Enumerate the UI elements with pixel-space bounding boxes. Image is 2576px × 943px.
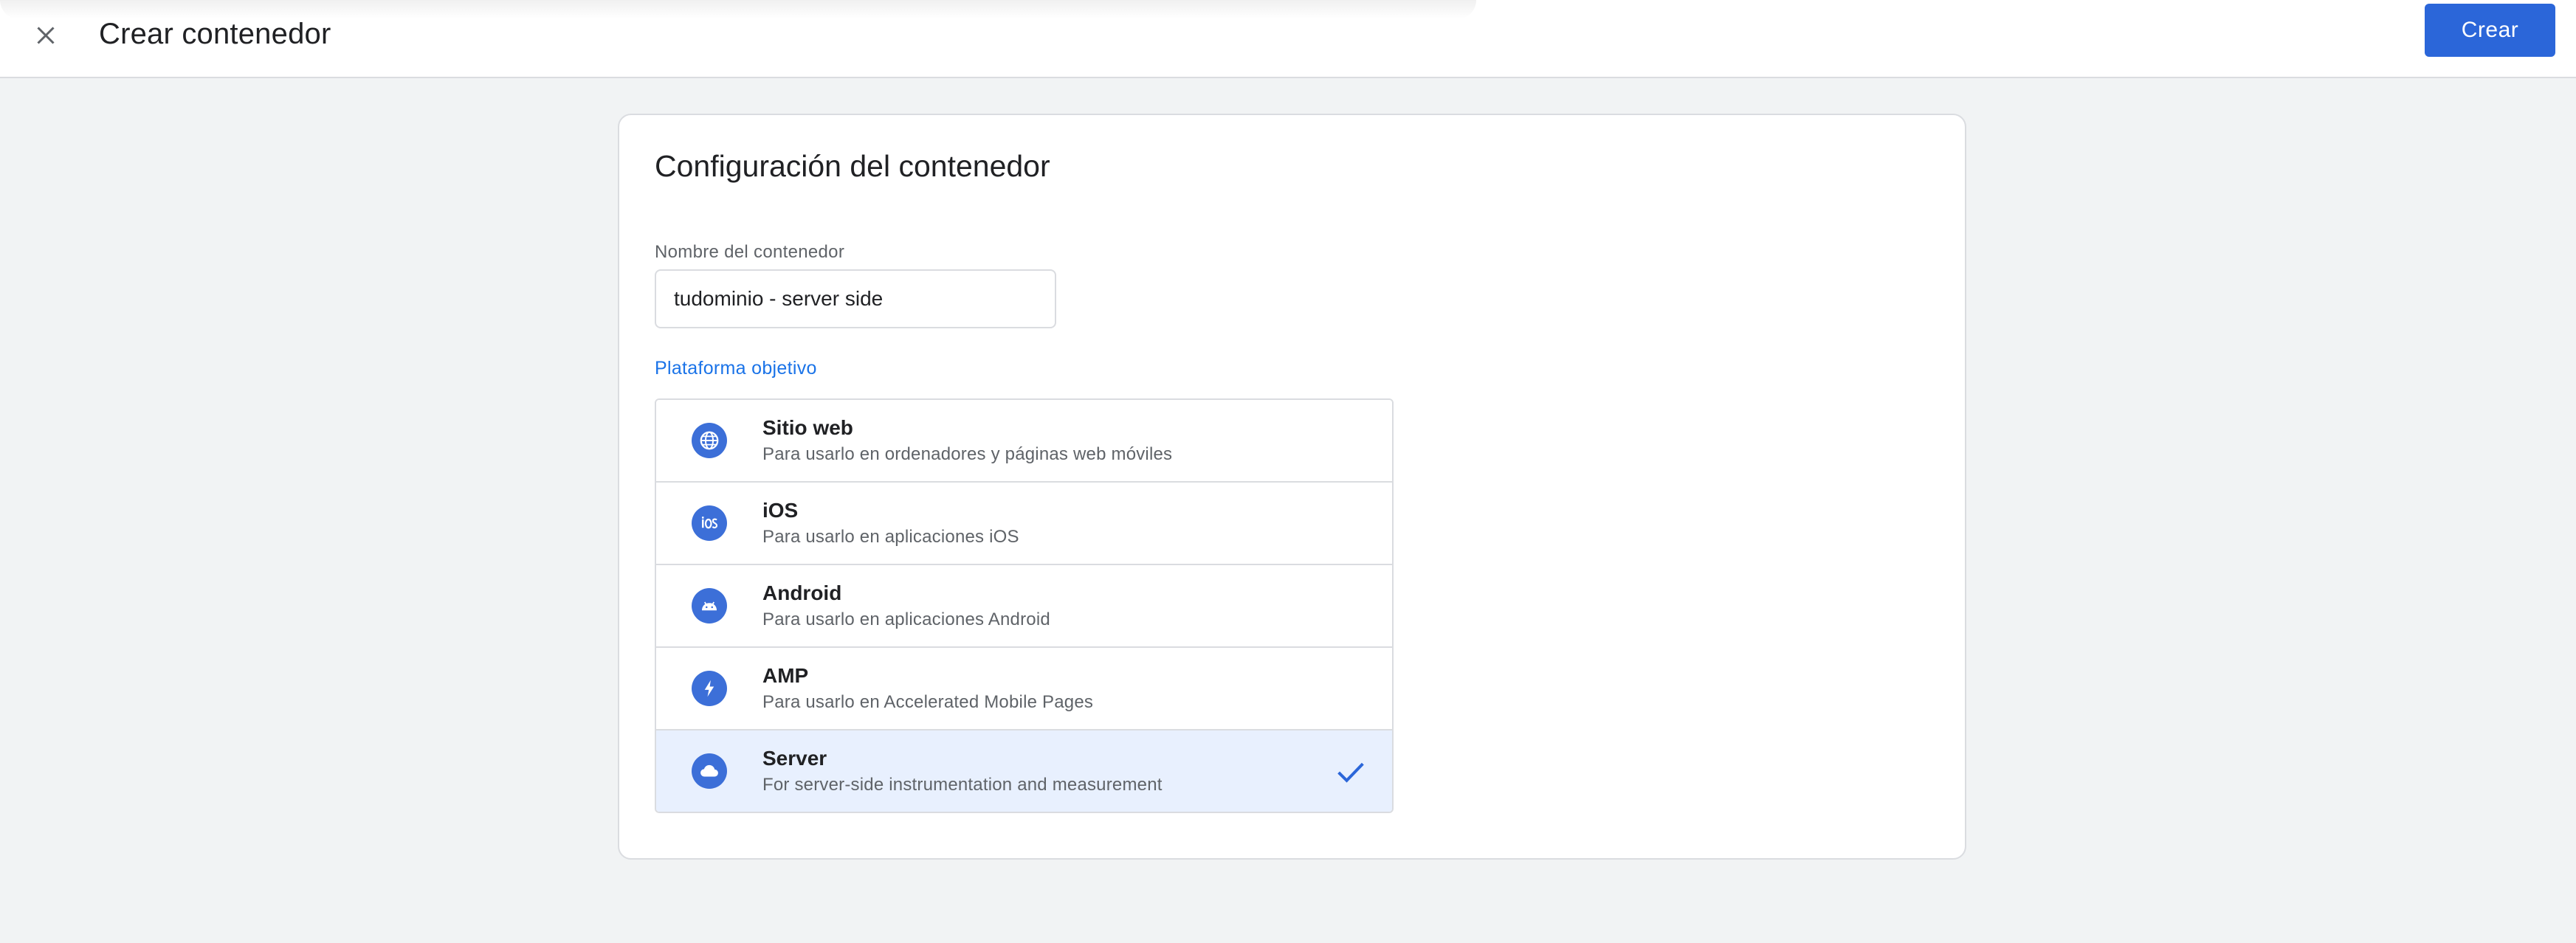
close-icon <box>37 27 55 44</box>
globe-icon <box>692 423 727 458</box>
platform-item-website[interactable]: Sitio web Para usarlo en ordenadores y p… <box>656 400 1392 483</box>
platform-name: iOS <box>762 499 799 522</box>
platform-name: Android <box>762 581 842 604</box>
platform-item-android[interactable]: Android Para usarlo en aplicaciones Andr… <box>656 565 1392 648</box>
platform-item-server[interactable]: Server For server-side instrumentation a… <box>656 730 1392 812</box>
top-bar: Crear contenedor Crear <box>0 0 2576 78</box>
platform-description: Para usarlo en aplicaciones iOS <box>762 527 1019 547</box>
platform-description: For server-side instrumentation and meas… <box>762 775 1163 795</box>
platform-description: Para usarlo en ordenadores y páginas web… <box>762 444 1173 464</box>
create-button[interactable]: Crear <box>2425 4 2555 57</box>
platform-name: AMP <box>762 664 809 687</box>
amp-icon <box>692 671 727 706</box>
page-title: Crear contenedor <box>99 18 331 50</box>
check-icon <box>1337 762 1364 783</box>
android-icon <box>692 588 727 624</box>
platform-description: Para usarlo en Accelerated Mobile Pages <box>762 692 1094 712</box>
platform-name: Sitio web <box>762 416 853 439</box>
ios-icon <box>692 505 727 541</box>
close-button[interactable] <box>19 9 72 62</box>
card-title: Configuración del contenedor <box>655 149 1050 183</box>
container-name-input[interactable] <box>655 269 1056 328</box>
platform-list: Sitio web Para usarlo en ordenadores y p… <box>655 398 1394 813</box>
container-name-label: Nombre del contenedor <box>655 242 845 262</box>
platform-item-ios[interactable]: iOS Para usarlo en aplicaciones iOS <box>656 483 1392 565</box>
platform-name: Server <box>762 747 827 770</box>
platform-description: Para usarlo en aplicaciones Android <box>762 609 1050 629</box>
platform-item-amp[interactable]: AMP Para usarlo en Accelerated Mobile Pa… <box>656 648 1392 730</box>
container-config-card: Configuración del contenedor Nombre del … <box>618 114 1966 860</box>
cloud-icon <box>692 753 727 789</box>
target-platform-label: Plataforma objetivo <box>655 358 817 379</box>
